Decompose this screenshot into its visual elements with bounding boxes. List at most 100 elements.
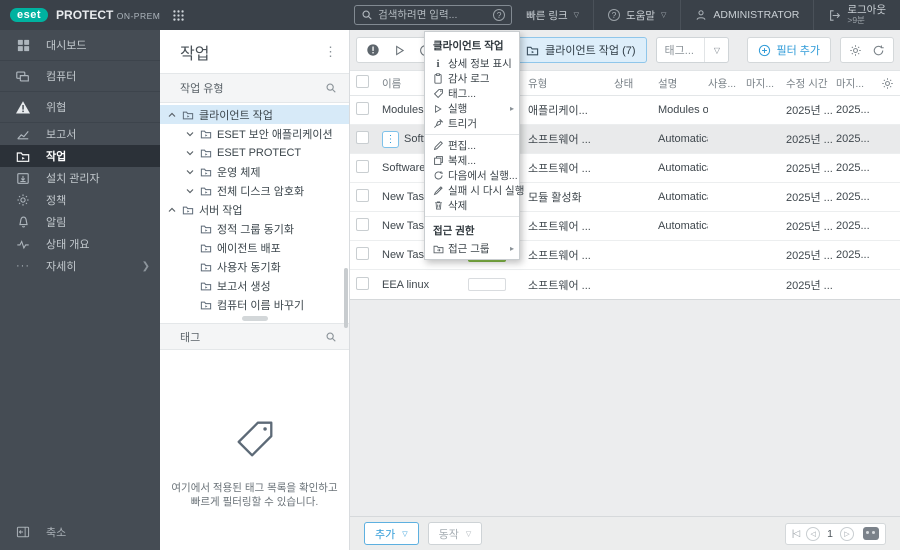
folder-icon <box>200 167 212 177</box>
folder-icon <box>200 281 212 291</box>
task-type-filter[interactable]: 작업 유형 <box>160 74 349 103</box>
menu-item-trigger[interactable]: 트리거 <box>425 116 519 131</box>
menu-item-delete[interactable]: 삭제 <box>425 198 519 213</box>
first-page-icon[interactable]: |◁ <box>792 528 800 539</box>
menu-item-duplicate[interactable]: 복제... <box>425 153 519 168</box>
refresh-icon[interactable] <box>872 44 885 57</box>
prev-page-icon[interactable]: ◁ <box>806 526 821 541</box>
row-checkbox[interactable] <box>356 102 369 115</box>
tree-item-user-sync[interactable]: 사용자 동기화 <box>160 257 349 276</box>
menu-item-show-details[interactable]: i 상세 정보 표시 <box>425 56 519 71</box>
warning-triangle-icon <box>14 100 32 115</box>
user-menu[interactable]: ADMINISTRATOR <box>680 0 813 30</box>
run-play-icon[interactable] <box>393 44 406 57</box>
global-search-input[interactable] <box>378 9 489 21</box>
bell-icon <box>14 215 32 229</box>
row-checkbox[interactable] <box>356 247 369 260</box>
table-row[interactable]: EEA linux 소프트웨어 ... 2025년 ... <box>350 270 900 299</box>
sidebar-item-threats[interactable]: 위협 <box>0 92 160 123</box>
sidebar-item-tasks[interactable]: 작업 <box>0 145 160 167</box>
menu-item-edit[interactable]: 편집... <box>425 138 519 153</box>
tree-item-eset-protect[interactable]: ESET PROTECT <box>160 143 349 162</box>
page-options-icon[interactable] <box>863 527 879 540</box>
tree-item-generate-report[interactable]: 보고서 생성 <box>160 276 349 295</box>
row-checkbox[interactable] <box>356 189 369 202</box>
sidebar-item-policies[interactable]: 정책 <box>0 189 160 211</box>
alert-circle-icon[interactable] <box>366 43 380 57</box>
row-checkbox[interactable] <box>356 218 369 231</box>
sidebar-item-label: 보고서 <box>46 129 77 141</box>
row-context-menu-button[interactable]: ⋮ <box>382 130 399 148</box>
sidebar-item-installers[interactable]: 설치 관리자 <box>0 167 160 189</box>
quick-links-menu[interactable]: 빠른 링크 ▽ <box>512 0 593 30</box>
page-number: 1 <box>827 527 833 540</box>
help-menu[interactable]: ? 도움말 ▽ <box>593 0 680 30</box>
tree-item-static-group-sync[interactable]: 정적 그룹 동기화 <box>160 219 349 238</box>
select-all-checkbox[interactable] <box>356 75 369 88</box>
sidebar-item-label: 정책 <box>46 195 67 207</box>
sidebar-item-reports[interactable]: 보고서 <box>0 123 160 145</box>
tree-item-label: 보고서 생성 <box>217 280 271 293</box>
tree-item-eset-security-apps[interactable]: ESET 보안 애플리케이션 <box>160 124 349 143</box>
menu-item-rerun-on-failure[interactable]: 실패 시 다시 실행 <box>425 183 524 198</box>
chevron-down-icon[interactable] <box>186 168 195 176</box>
column-header-type[interactable]: 유형 <box>528 76 614 91</box>
menu-item-audit-log[interactable]: 감사 로그 <box>425 71 519 86</box>
chevron-up-icon[interactable] <box>168 206 177 214</box>
folder-icon <box>182 110 194 120</box>
tree-item-rename-computers[interactable]: 컴퓨터 이름 바꾸기 <box>160 295 349 314</box>
menu-item-access-group[interactable]: 접근 그룹 ▸ <box>425 241 519 256</box>
panel-resize-handle[interactable] <box>241 316 268 321</box>
tree-item-full-disk-encryption[interactable]: 전체 디스크 암호화 <box>160 181 349 200</box>
column-header-last2[interactable]: 마지... <box>836 76 872 91</box>
column-header-last[interactable]: 마지... <box>746 76 786 91</box>
chevron-down-icon[interactable] <box>186 130 195 138</box>
tag-filter-combobox[interactable]: 태그... ▽ <box>655 37 730 63</box>
column-header-modified[interactable]: 수정 시간 <box>786 76 836 91</box>
add-task-button[interactable]: 추가 ▽ <box>364 522 419 545</box>
sidebar-item-more[interactable]: ··· 자세히 ❯ <box>0 255 160 277</box>
chevron-down-icon[interactable] <box>186 149 195 157</box>
sidebar-item-computers[interactable]: 컴퓨터 <box>0 61 160 92</box>
task-type: 애플리케이... <box>528 105 588 117</box>
task-name: EEA linux <box>382 278 430 291</box>
tags-filter[interactable]: 태그 <box>160 323 349 350</box>
app-launcher-icon[interactable] <box>172 9 185 22</box>
tree-item-operating-system[interactable]: 운영 체제 <box>160 162 349 181</box>
group-filter-chip[interactable]: 클라이언트 작업 (7) <box>515 37 647 63</box>
search-help-icon[interactable]: ? <box>493 9 506 21</box>
sidebar-item-notifications[interactable]: 알림 <box>0 211 160 233</box>
chevron-down-icon[interactable] <box>186 187 195 195</box>
chevron-down-icon: ▽ <box>465 530 472 538</box>
menu-item-tags[interactable]: 태그... <box>425 86 519 101</box>
tree-item-client-tasks[interactable]: 클라이언트 작업 <box>160 105 349 124</box>
dashboard-icon <box>14 38 32 53</box>
chevron-up-icon[interactable] <box>168 111 177 119</box>
tree-item-server-tasks[interactable]: 서버 작업 <box>160 200 349 219</box>
logout-button[interactable]: 로그아웃 >9분 <box>813 0 900 30</box>
panel-menu-icon[interactable]: ⋮ <box>324 44 337 60</box>
row-checkbox[interactable] <box>356 276 369 290</box>
column-settings-gear-icon[interactable] <box>872 77 894 90</box>
folder-icon <box>200 148 212 158</box>
scrollbar[interactable] <box>344 268 348 328</box>
column-header-description[interactable]: 설명 <box>658 76 708 91</box>
sidebar-item-status-overview[interactable]: 상태 개요 <box>0 233 160 255</box>
logout-icon <box>828 9 841 22</box>
sidebar-collapse-button[interactable]: 축소 <box>0 520 160 544</box>
sidebar-item-dashboard[interactable]: 대시보드 <box>0 30 160 61</box>
folder-icon <box>200 129 212 139</box>
table-settings-gear-icon[interactable] <box>849 44 862 57</box>
row-checkbox[interactable] <box>356 160 369 173</box>
column-header-user[interactable]: 사용... <box>708 76 746 91</box>
next-page-icon[interactable]: ▷ <box>840 526 854 541</box>
menu-item-run-on[interactable]: 다음에서 실행... <box>425 168 519 183</box>
actions-button[interactable]: 동작 ▽ <box>427 522 483 545</box>
menu-item-run[interactable]: 실행 ▸ <box>425 101 519 116</box>
column-header-status[interactable]: 상태 <box>614 76 658 91</box>
search-icon <box>361 9 373 21</box>
add-filter-button[interactable]: 필터 추가 <box>747 37 831 63</box>
collapse-label: 축소 <box>46 527 67 539</box>
tree-item-agent-deployment[interactable]: 에이전트 배포 <box>160 238 349 257</box>
row-checkbox[interactable] <box>356 131 369 144</box>
